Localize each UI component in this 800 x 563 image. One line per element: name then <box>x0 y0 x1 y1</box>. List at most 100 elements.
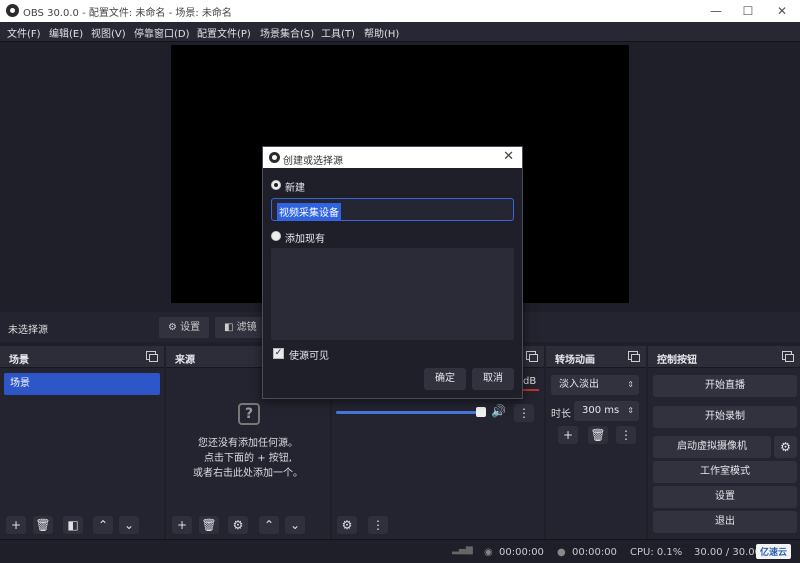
gear-icon[interactable]: ⚙ <box>228 516 248 534</box>
sources-empty-message[interactable]: 您还没有添加任何源。 点击下面的 + 按钮, 或者右击此处添加一个。 <box>166 436 330 481</box>
menu-docks[interactable]: 停靠窗口(D) <box>134 25 190 40</box>
source-name-input[interactable]: 视频采集设备 <box>271 198 514 221</box>
filters-label: 滤镜 <box>236 322 257 333</box>
controls-dock: 控制按钮 开始直播 开始录制 启动虚拟摄像机 ⚙ 工作室模式 设置 退出 <box>648 346 800 539</box>
start-virtual-camera-button[interactable]: 启动虚拟摄像机 <box>653 436 771 458</box>
menu-scene-collection[interactable]: 场景集合(S) <box>260 25 314 40</box>
maximize-button[interactable]: ☐ <box>731 0 765 22</box>
obs-logo-icon <box>6 4 19 17</box>
source-name-value: 视频采集设备 <box>277 203 341 220</box>
mixer-toolbar: ⚙ ⋮ <box>332 511 544 539</box>
window-title: OBS 30.0.0 - 配置文件: 未命名 - 场景: 未命名 <box>23 8 232 19</box>
speaker-icon[interactable]: 🔊 <box>491 404 506 418</box>
more-options-icon[interactable]: ⋮ <box>514 404 534 422</box>
add-scene-button[interactable]: + <box>6 516 26 534</box>
dialog-titlebar: 创建或选择源 ✕ <box>263 147 522 168</box>
menu-edit[interactable]: 编辑(E) <box>49 25 83 40</box>
ok-button[interactable]: 确定 <box>424 368 466 390</box>
move-down-icon[interactable]: ⌄ <box>285 516 305 534</box>
record-time: 00:00:00 <box>572 547 617 558</box>
menu-profile[interactable]: 配置文件(P) <box>197 25 251 40</box>
controls-dock-title: 控制按钮 <box>657 355 697 366</box>
create-select-source-dialog: 创建或选择源 ✕ 新建 视频采集设备 添加现有 ✓ 使源可见 确定 取消 <box>262 146 523 399</box>
stream-time: 00:00:00 <box>499 547 544 558</box>
record-icon: ● <box>557 547 566 558</box>
existing-sources-list[interactable] <box>271 248 514 340</box>
move-up-icon[interactable]: ⌃ <box>93 516 113 534</box>
trash-icon[interactable]: 🗑 <box>199 516 219 534</box>
create-new-radio[interactable] <box>271 180 281 190</box>
add-existing-radio[interactable] <box>271 231 281 241</box>
undock-icon[interactable] <box>628 351 640 362</box>
sources-dock-title: 来源 <box>175 355 195 366</box>
dialog-close-icon[interactable]: ✕ <box>503 149 514 164</box>
filter-icon: ◧ <box>224 322 234 333</box>
scenes-dock-title: 场景 <box>9 355 29 366</box>
source-settings-button[interactable]: ⚙ 设置 <box>159 317 209 338</box>
peak-meter <box>523 389 539 391</box>
menu-file[interactable]: 文件(F) <box>7 25 41 40</box>
start-recording-button[interactable]: 开始录制 <box>653 406 797 428</box>
volume-slider[interactable] <box>336 411 486 414</box>
window-titlebar: OBS 30.0.0 - 配置文件: 未命名 - 场景: 未命名 — ☐ ✕ <box>0 0 800 22</box>
no-source-label: 未选择源 <box>8 325 48 336</box>
advanced-audio-gear-icon[interactable]: ⚙ <box>337 516 357 534</box>
cpu-usage: CPU: 0.1% <box>630 547 683 558</box>
exit-button[interactable]: 退出 <box>653 511 797 533</box>
menu-help[interactable]: 帮助(H) <box>364 25 399 40</box>
menu-view[interactable]: 视图(V) <box>91 25 126 40</box>
sources-empty-line: 点击下面的 + 按钮, <box>204 453 292 464</box>
network-signal-icon: ▂▄▆ <box>452 545 473 555</box>
make-visible-checkbox[interactable]: ✓ <box>273 348 284 359</box>
obs-logo-icon <box>269 152 280 163</box>
scene-list-item[interactable]: 场景 <box>4 373 160 395</box>
duration-value: 300 ms <box>582 405 620 416</box>
undock-icon[interactable] <box>146 351 158 362</box>
duration-label: 时长 <box>551 409 571 420</box>
make-visible-label: 使源可见 <box>289 351 329 362</box>
scenes-dock: 场景 场景 + 🗑 ◧ ⌃ ⌄ <box>0 346 164 539</box>
menu-bar: 文件(F) 编辑(E) 视图(V) 停靠窗口(D) 配置文件(P) 场景集合(S… <box>0 22 800 42</box>
stream-icon: ◉ <box>484 547 493 558</box>
studio-mode-button[interactable]: 工作室模式 <box>653 461 797 483</box>
duration-spinbox[interactable]: 300 ms ⇕ <box>574 401 639 421</box>
scene-filters-icon[interactable]: ◧ <box>63 516 83 534</box>
filters-button[interactable]: ◧ 滤镜 <box>215 317 263 338</box>
gear-icon: ⚙ <box>168 322 177 333</box>
sources-empty-line: 您还没有添加任何源。 <box>198 438 298 449</box>
trash-icon[interactable]: 🗑 <box>588 426 608 444</box>
add-source-button[interactable]: + <box>172 516 192 534</box>
minimize-button[interactable]: — <box>699 0 733 22</box>
start-streaming-button[interactable]: 开始直播 <box>653 375 797 397</box>
undock-icon[interactable] <box>526 351 538 362</box>
cancel-button[interactable]: 取消 <box>472 368 514 390</box>
transitions-dock: 转场动画 淡入淡出 ⇕ 时长 300 ms ⇕ + 🗑 ⋮ <box>546 346 646 539</box>
sources-toolbar: + 🗑 ⚙ ⌃ ⌄ <box>166 511 330 539</box>
scenes-toolbar: + 🗑 ◧ ⌃ ⌄ <box>0 511 164 539</box>
scenes-dock-header: 场景 <box>0 346 164 368</box>
transition-select[interactable]: 淡入淡出 ⇕ <box>551 375 639 395</box>
question-icon: ? <box>238 403 260 425</box>
dialog-title: 创建或选择源 <box>283 156 343 167</box>
more-options-icon[interactable]: ⋮ <box>616 426 636 444</box>
watermark-logo: 亿速云 <box>756 544 792 559</box>
trash-icon[interactable]: 🗑 <box>33 516 53 534</box>
close-window-button[interactable]: ✕ <box>765 0 799 22</box>
updown-icon: ⇕ <box>627 380 634 389</box>
virtual-camera-gear-icon[interactable]: ⚙ <box>774 436 797 458</box>
undock-icon[interactable] <box>782 351 794 362</box>
settings-button[interactable]: 设置 <box>653 486 797 508</box>
menu-tools[interactable]: 工具(T) <box>321 25 355 40</box>
source-settings-label: 设置 <box>180 322 201 333</box>
add-transition-button[interactable]: + <box>558 426 578 444</box>
transition-select-value: 淡入淡出 <box>559 379 599 390</box>
status-bar: ▂▄▆ ◉ 00:00:00 ● 00:00:00 CPU: 0.1% 30.0… <box>0 539 800 563</box>
move-up-icon[interactable]: ⌃ <box>259 516 279 534</box>
volume-slider-handle[interactable] <box>476 407 486 417</box>
move-down-icon[interactable]: ⌄ <box>119 516 139 534</box>
updown-icon: ⇕ <box>627 406 634 415</box>
db-readout: dB <box>523 376 537 387</box>
more-options-icon[interactable]: ⋮ <box>368 516 388 534</box>
create-new-label: 新建 <box>285 183 305 194</box>
transitions-dock-title: 转场动画 <box>555 355 595 366</box>
